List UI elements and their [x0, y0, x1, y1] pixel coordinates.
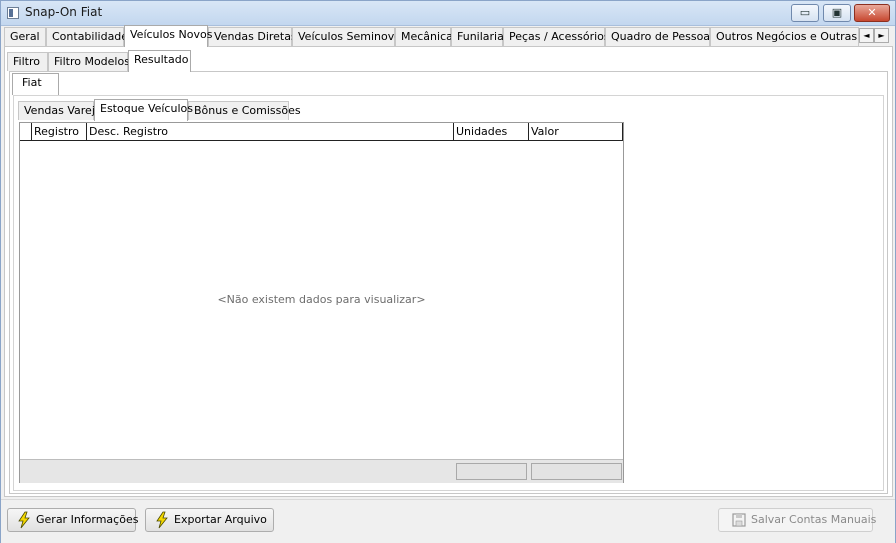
- grid-summary-footer: [20, 459, 623, 483]
- tab-funilaria[interactable]: Funilaria: [451, 27, 504, 46]
- lightning-icon: [18, 511, 30, 529]
- tab-veiculos-novos[interactable]: Veículos Novos: [124, 25, 212, 47]
- main-tab-strip: Geral Contabilidade Veículos Novos Venda…: [4, 25, 894, 47]
- tab-bonus-comissoes[interactable]: Bônus e Comissões: [188, 101, 301, 120]
- save-icon: [732, 513, 746, 527]
- export-file-button[interactable]: Exportar Arquivo: [145, 508, 274, 532]
- tab-contabilidade[interactable]: Contabilidade: [46, 27, 128, 46]
- tab-mecanica[interactable]: Mecânica: [395, 27, 453, 46]
- tab-filtro-modelos[interactable]: Filtro Modelos: [48, 52, 130, 71]
- empty-grid-message: <Não existem dados para visualizar>: [217, 293, 426, 306]
- save-manual-accounts-button[interactable]: Salvar Contas Manuais: [718, 508, 877, 532]
- window-title: Snap-On Fiat: [25, 5, 103, 19]
- tab-scroll-left-icon[interactable]: ◄: [859, 28, 874, 43]
- report-tab-strip: Vendas Varejo Estoque Veículos Bônus e C…: [18, 99, 418, 121]
- column-header-valor[interactable]: Valor: [529, 123, 623, 140]
- tab-scroll-right-icon[interactable]: ►: [874, 28, 889, 43]
- sub-tab-strip: Filtro Filtro Modelos Resultado: [7, 50, 407, 72]
- tab-scroll-buttons: ◄ ►: [859, 28, 889, 43]
- column-header-desc-registro[interactable]: Desc. Registro: [87, 123, 454, 140]
- tab-vendas-diretas[interactable]: Vendas Diretas: [208, 27, 297, 46]
- tab-estoque-veiculos[interactable]: Estoque Veículos: [94, 99, 193, 121]
- tab-vendas-varejo[interactable]: Vendas Varejo: [18, 101, 102, 120]
- save-manual-accounts-label: Salvar Contas Manuais: [751, 513, 877, 526]
- grid-header: Registro Desc. Registro Unidades Valor: [20, 123, 623, 141]
- tab-veiculos-seminovos[interactable]: Veículos Seminovos: [292, 27, 407, 46]
- tab-resultado[interactable]: Resultado: [128, 50, 191, 72]
- minimize-button[interactable]: ▭: [791, 4, 819, 22]
- lightning-icon: [156, 511, 168, 529]
- brand-tab-strip: Fiat: [12, 73, 212, 95]
- data-grid[interactable]: Registro Desc. Registro Unidades Valor <…: [19, 122, 624, 483]
- tab-quadro-de-pessoas[interactable]: Quadro de Pessoas: [605, 27, 716, 46]
- column-header-registro[interactable]: Registro: [32, 123, 87, 140]
- footer-total-unidades: [456, 463, 527, 480]
- tab-outros-negocios[interactable]: Outros Negócios e Outras Mar: [710, 27, 859, 46]
- close-button[interactable]: ✕: [854, 4, 890, 22]
- tab-fiat[interactable]: Fiat: [12, 73, 59, 95]
- column-header-unidades[interactable]: Unidades: [454, 123, 529, 140]
- app-icon: [7, 7, 19, 19]
- title-bar: Snap-On Fiat ▭ ▣ ✕: [1, 1, 895, 26]
- tab-filtro[interactable]: Filtro: [7, 52, 48, 71]
- generate-info-button[interactable]: Gerar Informações: [7, 508, 139, 532]
- bottom-action-bar: Gerar Informações Exportar Arquivo Salva…: [1, 499, 895, 543]
- footer-total-valor: [531, 463, 622, 480]
- tab-geral[interactable]: Geral: [4, 27, 46, 46]
- generate-info-label: Gerar Informações: [36, 513, 139, 526]
- maximize-button[interactable]: ▣: [823, 4, 851, 22]
- app-window: Snap-On Fiat ▭ ▣ ✕ Geral Contabilidade V…: [0, 0, 896, 543]
- export-file-label: Exportar Arquivo: [174, 513, 267, 526]
- row-selector-header: [20, 123, 32, 140]
- tab-pecas-acessorios[interactable]: Peças / Acessórios: [503, 27, 610, 46]
